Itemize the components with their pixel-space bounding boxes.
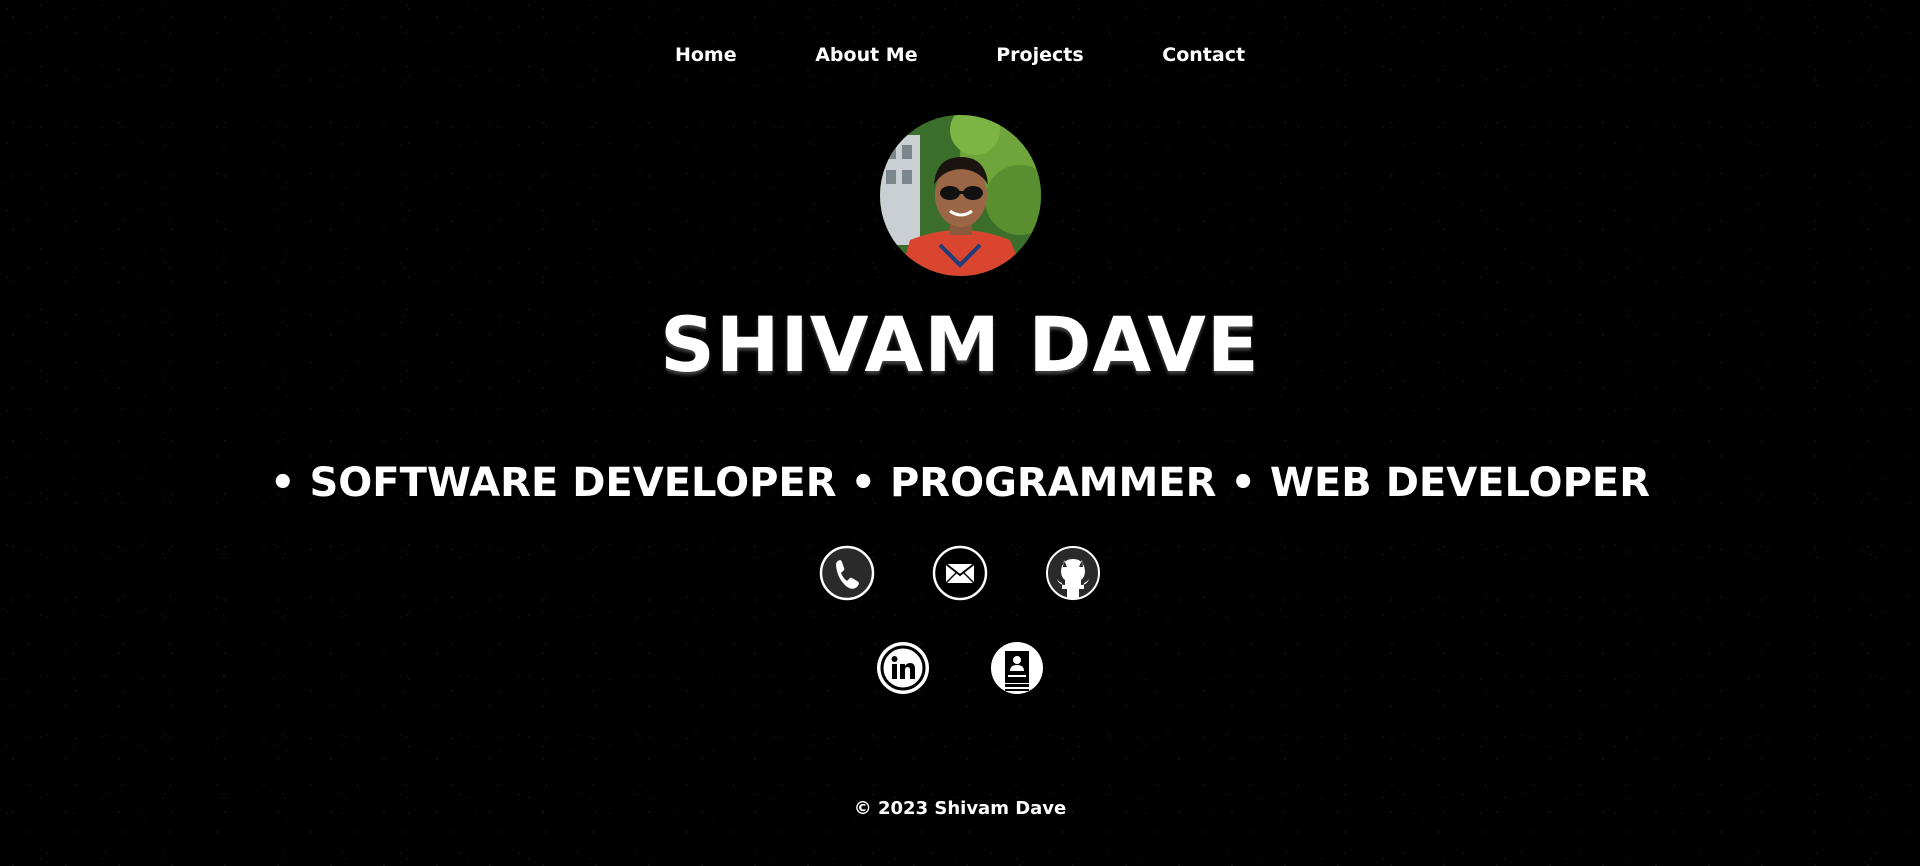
mail-icon[interactable] — [932, 545, 988, 601]
hero-roles: • SOFTWARE DEVELOPER • PROGRAMMER • WEB … — [269, 460, 1651, 506]
nav-about-me[interactable]: About Me — [815, 44, 917, 66]
avatar — [880, 115, 1041, 276]
footer-copyright: © 2023 Shivam Dave — [853, 798, 1067, 819]
hero-name: SHIVAM DAVE — [660, 300, 1260, 389]
github-icon[interactable] — [1045, 545, 1101, 601]
portfolio-page: Home About Me Projects Contact SHIVAM DA… — [0, 0, 1920, 866]
phone-icon[interactable] — [819, 545, 875, 601]
contact-icons-row-1 — [0, 545, 1920, 601]
nav-projects[interactable]: Projects — [996, 44, 1083, 66]
resume-icon[interactable] — [989, 640, 1045, 696]
contact-icons-row-2 — [0, 640, 1920, 696]
nav-home[interactable]: Home — [675, 44, 737, 66]
nav-contact[interactable]: Contact — [1162, 44, 1245, 66]
top-nav: Home About Me Projects Contact — [0, 44, 1920, 66]
linkedin-icon[interactable] — [875, 640, 931, 696]
